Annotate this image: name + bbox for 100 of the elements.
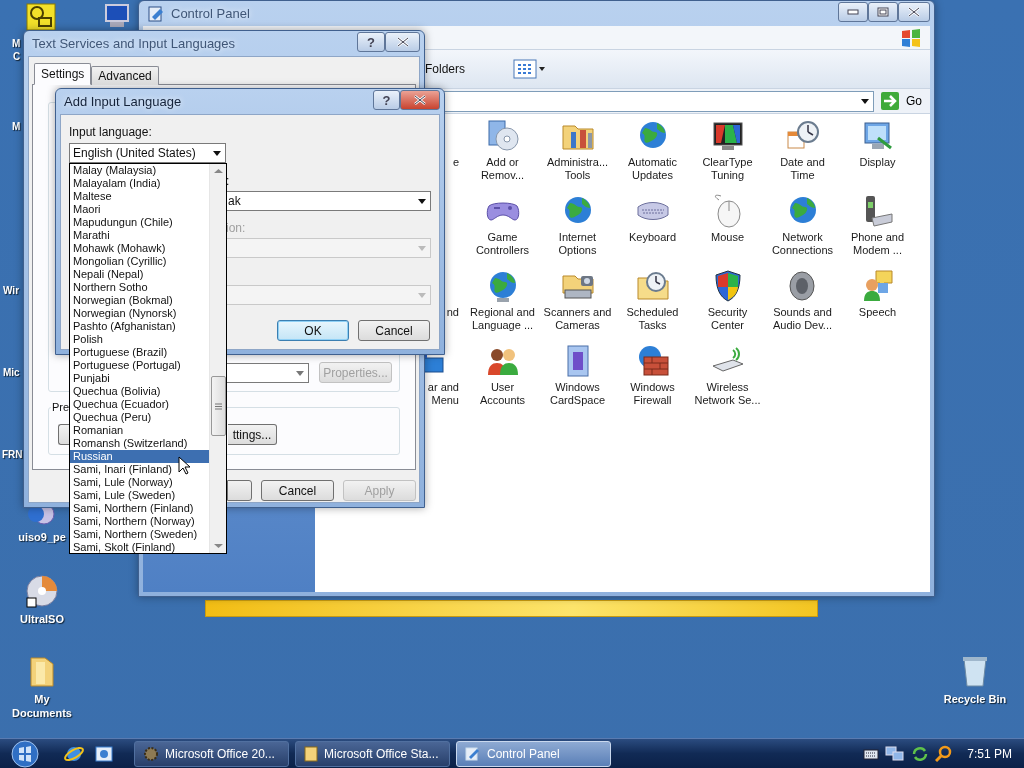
list-item[interactable]: Northern Sotho [70, 281, 209, 294]
keyboard-icon [863, 747, 880, 760]
keyboard-layout-dropdown[interactable]: ak [226, 191, 431, 211]
list-item[interactable]: Polish [70, 333, 209, 346]
list-item[interactable]: Norwegian (Nynorsk) [70, 307, 209, 320]
control-panel-item[interactable]: Scheduled Tasks [626, 306, 679, 332]
desktop-icon-label[interactable]: uiso9_pe [18, 530, 66, 544]
control-panel-item[interactable]: nd [446, 306, 459, 319]
taskbar-button[interactable]: Microsoft Office 20... [134, 740, 289, 767]
list-item[interactable]: Sami, Lule (Norway) [70, 476, 209, 489]
minimize-button[interactable] [838, 2, 868, 22]
control-panel-item[interactable]: Date and Time [780, 156, 825, 182]
control-panel-item[interactable]: Display [859, 156, 896, 169]
scroll-thumb[interactable] [210, 376, 226, 436]
desktop-icon-label: C [13, 51, 21, 62]
control-panel-item[interactable]: Internet Options [558, 231, 597, 257]
maximize-icon [877, 7, 889, 17]
list-item[interactable]: Pashto (Afghanistan) [70, 320, 209, 333]
control-panel-item[interactable]: Mouse [711, 231, 744, 244]
gear-icon [143, 745, 159, 762]
control-panel-item[interactable]: ClearType Tuning [702, 156, 753, 182]
close-button[interactable] [385, 32, 420, 52]
control-panel-item[interactable]: User Accounts [479, 381, 526, 407]
list-item[interactable]: Romanian [70, 424, 209, 437]
windows-logo-icon [900, 27, 922, 48]
folder-icon [28, 654, 56, 688]
list-item[interactable]: Norwegian (Bokmal) [70, 294, 209, 307]
control-panel-item[interactable]: Scanners and Cameras [543, 306, 612, 332]
folder-clock-icon [635, 270, 670, 302]
button-edge[interactable] [58, 424, 70, 445]
list-item[interactable]: Maltese [70, 190, 209, 203]
desktop-icon-label[interactable]: Recycle Bin [943, 692, 1007, 706]
list-item[interactable]: Maori [70, 203, 209, 216]
control-panel-item[interactable]: Speech [858, 306, 897, 319]
control-panel-item[interactable]: Wireless Network Se... [694, 381, 761, 407]
tab[interactable]: Advanced [91, 66, 159, 85]
control-panel-icon [147, 4, 165, 23]
list-item[interactable]: Sami, Skolt (Finland) [70, 541, 209, 554]
list-item[interactable]: Mohawk (Mohawk) [70, 242, 209, 255]
list-item[interactable]: Portuguese (Brazil) [70, 346, 209, 359]
list-item[interactable]: Sami, Northern (Norway) [70, 515, 209, 528]
start-button[interactable] [10, 738, 40, 768]
help-button[interactable]: ? [357, 32, 385, 52]
control-panel-item[interactable]: Administra... Tools [546, 156, 609, 182]
control-panel-item[interactable]: Network Connections [771, 231, 834, 257]
desktop-icon-label[interactable]: My Documents [12, 692, 72, 720]
control-panel-item[interactable]: Windows Firewall [630, 381, 675, 407]
list-item[interactable]: Mapudungun (Chile) [70, 216, 209, 229]
list-item[interactable]: Punjabi [70, 372, 209, 385]
taskbar-button[interactable]: Microsoft Office Sta... [295, 740, 450, 767]
close-button[interactable] [898, 2, 930, 22]
scrollbar[interactable] [209, 164, 226, 553]
maximize-button[interactable] [868, 2, 898, 22]
settings-button[interactable]: ttings... [228, 424, 277, 445]
control-panel-item[interactable]: ar and Menu [427, 381, 459, 407]
list-item[interactable]: Nepali (Nepal) [70, 268, 209, 281]
list-item[interactable]: Sami, Inari (Finland) [70, 463, 209, 476]
software-disc-icon [486, 119, 519, 153]
list-item[interactable]: Quechua (Bolivia) [70, 385, 209, 398]
monitor-icon [102, 3, 132, 29]
input-language-dropdown[interactable]: English (United States) [69, 143, 226, 163]
speech-icon [861, 269, 894, 303]
list-item[interactable]: Quechua (Peru) [70, 411, 209, 424]
control-panel-item[interactable]: Security Center [707, 306, 748, 332]
list-item[interactable]: Malay (Malaysia) [70, 164, 209, 177]
help-button[interactable]: ? [373, 90, 400, 110]
desktop-icon-label: Mic [3, 367, 20, 378]
tab[interactable]: Settings [34, 63, 92, 85]
caret-icon [213, 150, 221, 156]
control-panel-item[interactable]: Keyboard [628, 231, 677, 244]
list-item[interactable]: Sami, Northern (Finland) [70, 502, 209, 515]
close-button[interactable] [400, 90, 440, 110]
control-panel-item[interactable]: e [452, 156, 459, 169]
list-item[interactable]: Portuguese (Portugal) [70, 359, 209, 372]
control-panel-item[interactable]: Automatic Updates [628, 156, 677, 182]
list-item[interactable]: Marathi [70, 229, 209, 242]
dropdown-field[interactable] [226, 363, 309, 383]
go-button[interactable]: Go [878, 90, 924, 112]
list-item[interactable]: Malayalam (India) [70, 177, 209, 190]
desktop-icon-label[interactable]: UltraISO [20, 612, 64, 626]
list-item[interactable]: Russian [70, 450, 209, 463]
dialog-button[interactable]: Cancel [358, 320, 430, 341]
control-panel-item[interactable]: Game Controllers [475, 231, 530, 257]
control-panel-item[interactable]: Add or Remov... [480, 156, 525, 182]
control-panel-item[interactable]: Sounds and Audio Dev... [772, 306, 833, 332]
list-item[interactable]: Sami, Northern (Sweden) [70, 528, 209, 541]
control-panel-item[interactable]: Regional and Language ... [470, 306, 535, 332]
list-item[interactable]: Sami, Lule (Sweden) [70, 489, 209, 502]
list-item[interactable]: Romansh (Switzerland) [70, 437, 209, 450]
recycle-bin-icon [961, 654, 989, 688]
folders-button[interactable]: Folders [425, 62, 465, 76]
control-panel-item[interactable]: Windows CardSpace [549, 381, 605, 407]
control-panel-item[interactable]: Phone and Modem ... [850, 231, 905, 257]
clock[interactable]: 7:51 PM [967, 746, 1012, 761]
dialog-button[interactable]: OK [277, 320, 349, 341]
views-button[interactable] [513, 59, 545, 79]
dialog-button[interactable]: Cancel [261, 480, 334, 501]
list-item[interactable]: Mongolian (Cyrillic) [70, 255, 209, 268]
group-label: Pre [51, 401, 71, 413]
list-item[interactable]: Quechua (Ecuador) [70, 398, 209, 411]
